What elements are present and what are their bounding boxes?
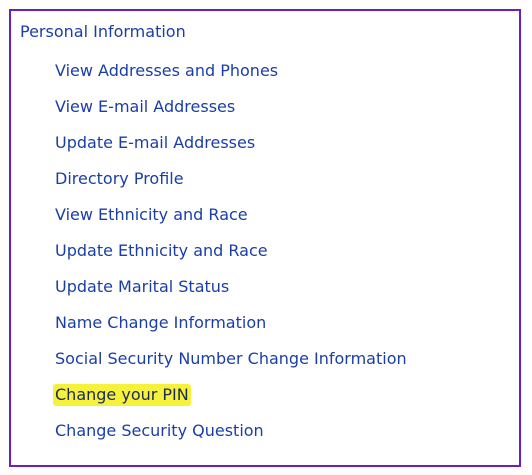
view-email-addresses-link[interactable]: View E-mail Addresses xyxy=(53,96,237,118)
menu-item-view-email-addresses: View E-mail Addresses xyxy=(53,96,409,132)
menu-item-ssn-change-information: Social Security Number Change Informatio… xyxy=(53,348,409,384)
menu-item-change-pin: Change your PIN xyxy=(53,384,409,420)
ssn-change-information-link[interactable]: Social Security Number Change Informatio… xyxy=(53,348,409,370)
menu-item-update-email-addresses: Update E-mail Addresses xyxy=(53,132,409,168)
menu-item-update-ethnicity-race: Update Ethnicity and Race xyxy=(53,240,409,276)
menu-item-change-security-question: Change Security Question xyxy=(53,420,409,456)
menu-item-view-addresses-phones: View Addresses and Phones xyxy=(53,60,409,96)
update-email-addresses-link[interactable]: Update E-mail Addresses xyxy=(53,132,257,154)
update-ethnicity-race-link[interactable]: Update Ethnicity and Race xyxy=(53,240,270,262)
view-ethnicity-race-link[interactable]: View Ethnicity and Race xyxy=(53,204,250,226)
menu-item-directory-profile: Directory Profile xyxy=(53,168,409,204)
update-marital-status-link[interactable]: Update Marital Status xyxy=(53,276,231,298)
change-security-question-link[interactable]: Change Security Question xyxy=(53,420,266,442)
personal-information-heading-link[interactable]: Personal Information xyxy=(20,22,186,42)
directory-profile-link[interactable]: Directory Profile xyxy=(53,168,186,190)
name-change-information-link[interactable]: Name Change Information xyxy=(53,312,268,334)
menu-item-view-ethnicity-race: View Ethnicity and Race xyxy=(53,204,409,240)
view-addresses-phones-link[interactable]: View Addresses and Phones xyxy=(53,60,280,82)
personal-info-menu-list: View Addresses and Phones View E-mail Ad… xyxy=(53,60,409,456)
change-pin-link[interactable]: Change your PIN xyxy=(53,384,191,406)
menu-item-update-marital-status: Update Marital Status xyxy=(53,276,409,312)
menu-item-name-change-information: Name Change Information xyxy=(53,312,409,348)
